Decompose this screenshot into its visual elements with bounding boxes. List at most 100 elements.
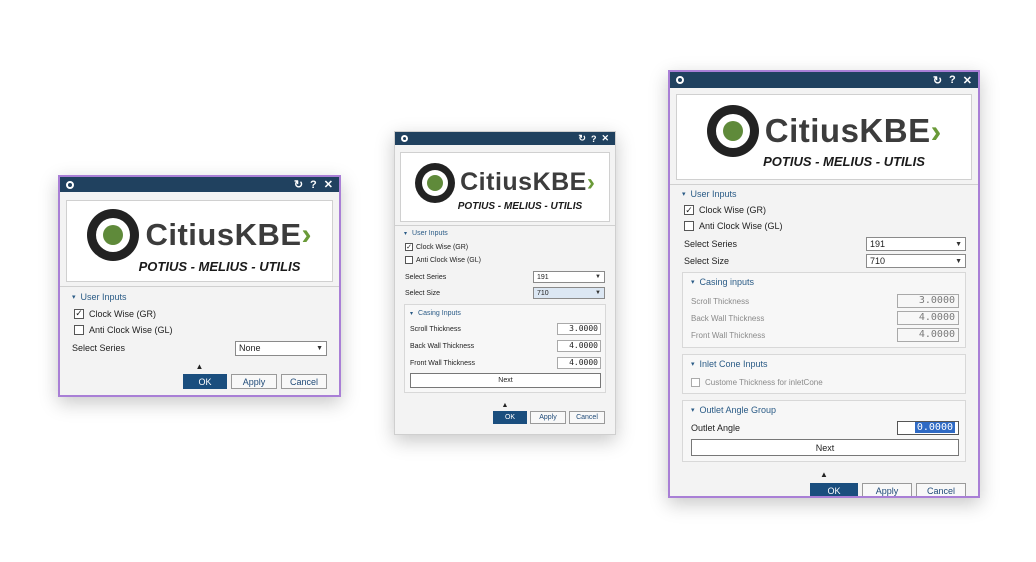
citius-logo-icon xyxy=(87,208,140,261)
casing-group: ▾ Casing Inputs Scroll Thickness 3.0000 … xyxy=(404,304,606,393)
dropdown-icon: ▼ xyxy=(316,344,323,352)
back-wall-label: Back Wall Thickness xyxy=(691,313,765,323)
scroll-thickness-input[interactable]: 3.0000 xyxy=(897,294,959,308)
ok-button[interactable]: OK xyxy=(183,374,227,389)
gear-icon[interactable] xyxy=(676,76,684,84)
apply-button[interactable]: Apply xyxy=(530,411,566,424)
clockwise-checkbox[interactable]: ✓ xyxy=(684,205,694,215)
scroll-label: Scroll Thickness xyxy=(410,325,461,333)
ok-button[interactable]: OK xyxy=(493,411,527,424)
clockwise-option[interactable]: ✓ Clock Wise (GR) xyxy=(684,204,978,216)
outlet-angle-input[interactable]: 0.0000 xyxy=(897,421,959,435)
help-icon[interactable]: ? xyxy=(591,134,597,144)
close-icon[interactable]: ✕ xyxy=(963,74,972,87)
anticlockwise-option[interactable]: Anti Clock Wise (GL) xyxy=(684,220,978,232)
custom-thickness-checkbox[interactable] xyxy=(691,377,700,387)
expand-icon: ▾ xyxy=(682,191,686,198)
dialog-buttons: OK Apply Cancel xyxy=(395,411,605,424)
cancel-button[interactable]: Cancel xyxy=(569,411,605,424)
front-wall-label: Front Wall Thickness xyxy=(691,330,766,340)
section-casing[interactable]: ▾ Casing inputs xyxy=(691,276,959,288)
anticlockwise-checkbox[interactable] xyxy=(684,221,694,231)
logo-banner: CitiusKBE › POTIUS - MELIUS - UTILIS xyxy=(676,94,972,180)
clockwise-checkbox[interactable]: ✓ xyxy=(74,308,84,319)
clockwise-checkbox[interactable]: ✓ xyxy=(405,243,413,251)
reset-icon[interactable]: ↻ xyxy=(933,74,942,87)
cancel-button[interactable]: Cancel xyxy=(916,483,966,496)
help-icon[interactable]: ? xyxy=(310,179,317,191)
close-icon[interactable]: ✕ xyxy=(601,133,609,144)
series-label: Select Series xyxy=(72,343,126,353)
clockwise-option[interactable]: ✓ Clock Wise (GR) xyxy=(74,307,339,320)
back-wall-row: Back Wall Thickness 4.0000 xyxy=(410,340,601,352)
next-button[interactable]: Next xyxy=(691,439,959,456)
cancel-button[interactable]: Cancel xyxy=(281,374,327,389)
clockwise-label: Clock Wise (GR) xyxy=(89,308,156,319)
series-label: Select Series xyxy=(405,273,447,281)
gear-icon[interactable] xyxy=(66,180,74,189)
section-user-inputs[interactable]: ▾ User Inputs xyxy=(682,188,978,200)
gear-icon[interactable] xyxy=(401,135,408,142)
series-label: Select Series xyxy=(684,239,738,249)
reset-icon[interactable]: ↻ xyxy=(578,133,586,144)
apply-button[interactable]: Apply xyxy=(231,374,277,389)
back-wall-input[interactable]: 4.0000 xyxy=(557,340,601,352)
series-select[interactable]: None ▼ xyxy=(235,340,327,356)
section-user-inputs[interactable]: ▾ User Inputs xyxy=(404,228,615,239)
close-icon[interactable]: ✕ xyxy=(324,178,333,191)
dropdown-icon: ▼ xyxy=(955,257,962,265)
logo-tagline: POTIUS - MELIUS - UTILIS xyxy=(457,200,583,212)
back-wall-row: Back Wall Thickness 4.0000 xyxy=(691,311,959,325)
scroll-row: Scroll Thickness 3.0000 xyxy=(410,323,601,335)
anticlockwise-option[interactable]: Anti Clock Wise (GL) xyxy=(405,255,615,265)
help-icon[interactable]: ? xyxy=(949,74,956,86)
series-select[interactable]: 191 ▼ xyxy=(533,271,605,283)
dialog-buttons: OK Apply Cancel xyxy=(670,483,966,496)
anticlockwise-option[interactable]: Anti Clock Wise (GL) xyxy=(74,323,339,336)
dialog-small: ↻ ? ✕ CitiusKBE › POTIUS - MELIUS - UTIL… xyxy=(58,175,341,397)
collapse-icon[interactable]: ▲ xyxy=(670,470,978,479)
back-wall-label: Back Wall Thickness xyxy=(410,342,475,350)
front-wall-input[interactable]: 4.0000 xyxy=(897,328,959,342)
back-wall-input[interactable]: 4.0000 xyxy=(897,311,959,325)
apply-button[interactable]: Apply xyxy=(862,483,912,496)
dropdown-icon: ▼ xyxy=(595,274,601,280)
section-user-inputs[interactable]: ▾ User Inputs xyxy=(72,290,339,304)
scroll-thickness-input[interactable]: 3.0000 xyxy=(557,323,601,335)
anticlockwise-checkbox[interactable] xyxy=(74,324,84,335)
section-outlet-angle[interactable]: ▾ Outlet Angle Group xyxy=(691,404,959,416)
casing-group: ▾ Casing inputs Scroll Thickness 3.0000 … xyxy=(682,272,966,348)
expand-icon: ▾ xyxy=(691,407,695,414)
logo-banner: CitiusKBE › POTIUS - MELIUS - UTILIS xyxy=(400,152,610,222)
series-select[interactable]: 191 ▼ xyxy=(866,237,966,251)
collapse-icon[interactable]: ▲ xyxy=(60,362,339,371)
logo-brand: CitiusKBE xyxy=(460,168,587,196)
front-wall-input[interactable]: 4.0000 xyxy=(557,357,601,369)
scroll-label: Scroll Thickness xyxy=(691,296,750,306)
custom-thickness-option[interactable]: Custome Thickness for inletCone xyxy=(691,376,959,388)
clockwise-label: Clock Wise (GR) xyxy=(699,205,766,215)
custom-thickness-label: Custome Thickness for inletCone xyxy=(705,377,823,387)
ok-button[interactable]: OK xyxy=(810,483,858,496)
logo-brand: CitiusKBE xyxy=(145,216,302,252)
dialog-titlebar: ↻ ? ✕ xyxy=(670,72,978,88)
collapse-icon[interactable]: ▲ xyxy=(395,402,615,409)
reset-icon[interactable]: ↻ xyxy=(294,178,303,191)
expand-icon: ▾ xyxy=(410,310,414,317)
logo-arrow-icon: › xyxy=(301,217,312,251)
size-select[interactable]: 710 ▼ xyxy=(533,287,605,299)
clockwise-label: Clock Wise (GR) xyxy=(416,243,469,251)
outlet-angle-value: 0.0000 xyxy=(914,422,955,433)
next-button[interactable]: Next xyxy=(410,373,601,388)
section-casing[interactable]: ▾ Casing Inputs xyxy=(410,308,601,318)
size-select[interactable]: 710 ▼ xyxy=(866,254,966,268)
size-label: Select Size xyxy=(684,256,730,266)
logo-arrow-icon: › xyxy=(930,112,942,149)
expand-icon: ▾ xyxy=(72,294,76,301)
section-inlet-cone[interactable]: ▾ Inlet Cone Inputs xyxy=(691,358,959,370)
scroll-row: Scroll Thickness 3.0000 xyxy=(691,294,959,308)
citius-logo-icon xyxy=(706,105,759,157)
outlet-angle-label: Outlet Angle xyxy=(691,423,741,433)
clockwise-option[interactable]: ✓ Clock Wise (GR) xyxy=(405,242,615,252)
anticlockwise-checkbox[interactable] xyxy=(405,256,413,264)
